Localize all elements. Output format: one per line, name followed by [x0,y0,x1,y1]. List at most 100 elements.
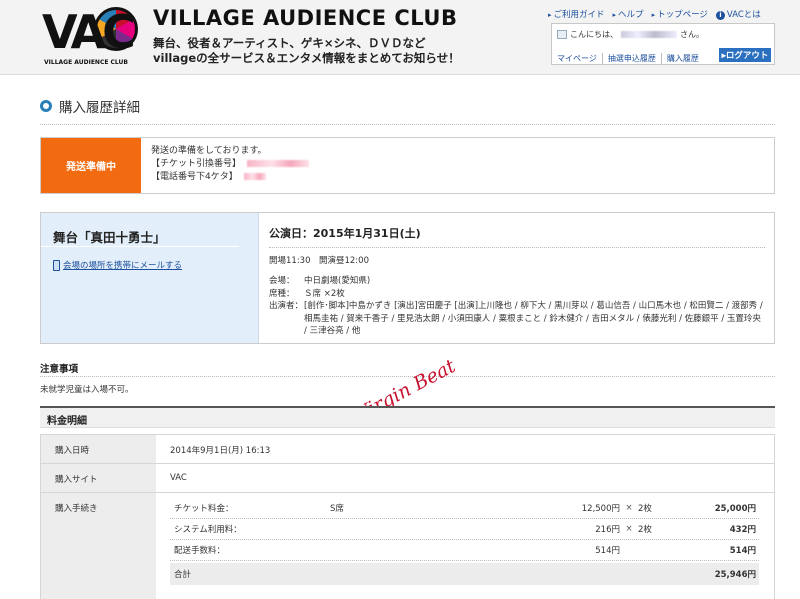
mail-venue-link[interactable]: 会場の場所を携帯にメールする [53,259,182,271]
event-title: 舞台「真田十勇士」 [53,230,166,245]
venue-row: 会場： 中日劇場(愛知県) [269,275,765,288]
status-message: 発送の準備をしております。 [151,146,267,156]
lottery-history-link[interactable]: 抽選申込履歴 [603,53,662,64]
purchase-site-value: VAC [170,473,187,483]
nav-guide-link[interactable]: ▸ ご利用ガイド [548,8,605,20]
charge-subtotal: 25,000円 [714,504,756,514]
circle-bullet-icon [40,100,52,112]
nav-about-link[interactable]: i VACとは [715,8,761,20]
logo-letters: VAC [42,5,136,59]
nav-help-link[interactable]: ▸ ヘルプ [613,8,644,20]
blurred-username [621,31,677,38]
venue-value: 中日劇場(愛知県) [304,276,371,286]
nav-about-label: VACとは [726,10,761,20]
phone-digits-masked [243,173,266,180]
purchase-history-link[interactable]: 購入履歴 [662,53,704,64]
procedure-label: 購入手続き [41,493,156,599]
mypage-link[interactable]: マイページ [557,53,603,64]
charge-unit-price: 12,500円 [581,504,620,514]
logo-caption: VILLAGE AUDIENCE CLUB [44,59,128,66]
user-icon [557,30,567,39]
performance-date: 公演日：2015年1月31日(土) [269,225,765,248]
nav-top-link[interactable]: ▸ トップページ [652,8,708,20]
logout-button[interactable]: ▸ログアウト [719,48,771,62]
notes-heading: 注意事項 [40,364,79,375]
seat-label: 席種： [269,288,295,299]
charge-name: システム利用料： [174,525,242,535]
total-label: 合計 [174,570,192,580]
charge-quantity: 2枚 [638,504,652,514]
triangle-icon: ▸ [548,11,552,19]
vac-logo[interactable]: VAC VILLAGE AUDIENCE CLUB [42,5,138,67]
charge-row: システム利用料： 216円 × 2枚 432円 [170,519,759,540]
tagline-line2: villageの全サービス＆エンタメ情報をまとめてお知らせ！ [153,51,460,65]
page-title-text: 購入履歴詳細 [59,100,140,116]
event-title-divider [41,246,239,247]
status-details: 発送の準備をしております。 【チケット引換番号】 【電話番号下4ケタ】 [151,145,310,184]
shipping-status-box: 発送準備中 発送の準備をしております。 【チケット引換番号】 【電話番号下4ケタ… [40,137,775,194]
greeting-prefix: こんにちは、 [570,30,618,39]
page-title: 購入履歴詳細 [40,96,140,116]
charge-breakdown: チケット料金： S席 12,500円 × 2枚 25,000円 システム利用料：… [156,493,774,599]
user-links: マイページ 抽選申込履歴 購入履歴 [557,53,704,64]
event-info-box: 舞台「真田十勇士」 会場の場所を携帯にメールする 公演日：2015年1月31日(… [40,212,775,344]
open-time: 開場11:30 開演昼12:00 [269,256,369,266]
venue-label: 会場： [269,276,295,286]
brand-title: VILLAGE AUDIENCE CLUB [153,6,458,30]
notes-text: 未就学児童は入場不可。 [40,385,134,395]
greeting-suffix: さん。 [680,30,704,39]
charge-unit-price: 216円 [595,525,620,535]
status-badge: 発送準備中 [41,138,141,193]
purchase-date-label: 購入日時 [41,435,156,463]
phone-digits-label: 【電話番号下4ケタ】 [151,172,238,182]
purchase-date-value: 2014年9月1日(月) 16:13 [170,446,271,456]
charge-row: 配送手数料： 514円 514円 [170,540,759,561]
cast-label: 出演者： [269,301,304,311]
charge-unit-price: 514円 [595,546,620,556]
charge-name: チケット料金： [174,504,234,514]
triangle-icon: ▸ [612,11,617,19]
table-row: 購入手続き チケット料金： S席 12,500円 × 2枚 25,000円 シス… [41,493,774,599]
charge-row: チケット料金： S席 12,500円 × 2枚 25,000円 [170,498,759,519]
mobile-phone-icon [53,259,60,271]
charge-seat: S席 [330,504,344,514]
watermark-text: Virgin Beat [352,355,459,406]
nav-help-label: ヘルプ [618,10,644,20]
title-divider [40,124,775,125]
total-row: 合計 25,946円 [170,563,759,585]
fee-section-header: 料金明細 [40,406,775,428]
nav-guide-label: ご利用ガイド [553,10,605,20]
charge-name: 配送手数料： [174,546,226,556]
phone-digits-row: 【電話番号下4ケタ】 [151,171,309,184]
charge-quantity: 2枚 [638,525,652,535]
charge-subtotal: 514円 [729,546,756,556]
triangle-icon: ▸ [651,11,656,19]
user-greeting: こんにちは、 さん。 [557,29,704,40]
site-header: VAC VILLAGE AUDIENCE CLUB VILLAGE AUDIEN… [0,0,800,75]
table-row: 購入日時 2014年9月1日(月) 16:13 [41,435,774,464]
total-value: 25,946円 [714,570,756,580]
ticket-number-masked [247,160,310,167]
cast-row: 出演者： [創作･脚本]中島かずき [演出]宮田慶子 [出演]上川隆也 / 柳下… [269,300,765,338]
info-icon: i [715,11,725,20]
cast-value: [創作･脚本]中島かずき [演出]宮田慶子 [出演]上川隆也 / 柳下大 / 黒… [304,301,763,336]
charge-times: × [625,503,633,513]
nav-top-label: トップページ [657,10,708,20]
charge-subtotal: 432円 [729,525,756,535]
tagline-line1: 舞台、役者＆アーティスト、ゲキ×シネ、ＤＶＤなど [153,36,426,50]
table-row: 購入サイト VAC [41,464,774,493]
charge-times: × [625,524,633,534]
ticket-number-row: 【チケット引換番号】 [151,158,310,171]
seat-row: 席種： Ｓ席 ×2枚 [269,288,765,301]
virgin-beat-watermark: Virgin Beat [352,355,459,406]
fee-table: 購入日時 2014年9月1日(月) 16:13 購入サイト VAC 購入手続き … [40,434,775,599]
user-box: こんにちは、 さん。 マイページ 抽選申込履歴 購入履歴 ▸ログアウト [551,23,775,65]
ticket-number-label: 【チケット引換番号】 [151,159,242,169]
seat-value: Ｓ席 ×2枚 [304,288,345,299]
event-details: 公演日：2015年1月31日(土) 開場11:30 開演昼12:00 会場： 中… [269,225,765,338]
fee-heading: 料金明細 [47,416,87,427]
event-summary: 舞台「真田十勇士」 会場の場所を携帯にメールする [41,213,259,343]
mail-venue-label: 会場の場所を携帯にメールする [63,261,183,271]
purchase-site-label: 購入サイト [41,464,156,492]
top-nav: ▸ ご利用ガイド ▸ ヘルプ ▸ トップページ i VACとは [548,8,793,20]
